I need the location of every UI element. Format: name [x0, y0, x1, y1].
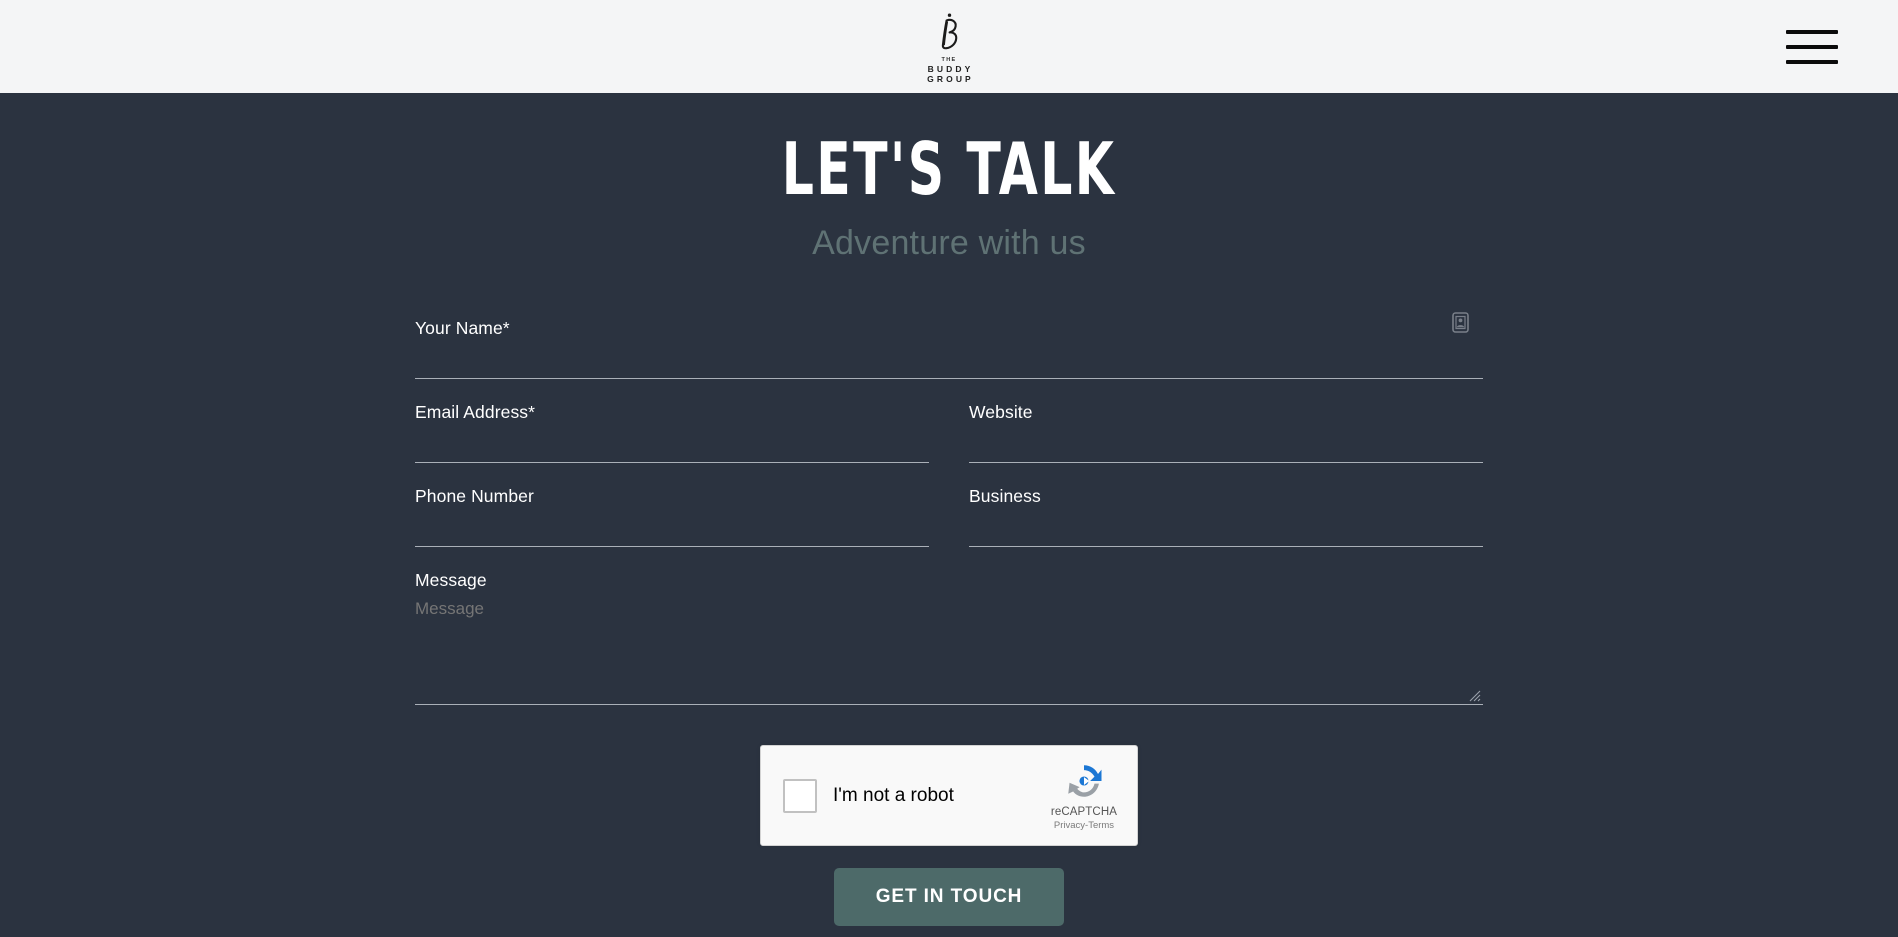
field-label-your-name: Your Name*: [415, 318, 510, 338]
field-label-phone-number: Phone Number: [415, 486, 534, 506]
email-address-input[interactable]: [415, 431, 929, 463]
form-row-message: Message: [415, 570, 1483, 705]
hamburger-menu-icon[interactable]: [1786, 29, 1838, 64]
form-row-phone-business: Phone Number Business: [415, 486, 1483, 547]
contact-page-body: LET'S TALK Adventure with us Your Name* …: [0, 93, 1898, 937]
recaptcha-wrap: I'm not a robot reCAPTCHA Privacy-Terms: [415, 745, 1483, 846]
message-textarea[interactable]: [415, 599, 1483, 705]
field-message: Message: [415, 570, 1483, 705]
recaptcha-legal-links: Privacy-Terms: [1054, 820, 1114, 831]
recaptcha-logo-icon: [1068, 765, 1102, 797]
site-logo[interactable]: THE BUDDY GROUP: [924, 11, 974, 85]
hamburger-bar-top: [1786, 29, 1838, 34]
recaptcha-privacy-link[interactable]: Privacy: [1054, 820, 1085, 831]
recaptcha-terms-link[interactable]: Terms: [1088, 820, 1114, 831]
logo-the-text: THE: [941, 56, 957, 63]
your-name-input[interactable]: [415, 347, 1483, 379]
field-business: Business: [969, 486, 1483, 547]
field-label-email-address: Email Address*: [415, 402, 536, 422]
page-title: LET'S TALK: [781, 127, 1117, 211]
b-monogram-icon: [941, 13, 958, 50]
recaptcha-brand: reCAPTCHA Privacy-Terms: [1051, 760, 1123, 831]
autofill-contact-card-icon[interactable]: [1452, 312, 1469, 333]
form-row-email-website: Email Address* Website: [415, 402, 1483, 463]
get-in-touch-button[interactable]: GET IN TOUCH: [833, 868, 1065, 926]
page-subtitle: Adventure with us: [812, 224, 1086, 262]
field-your-name: Your Name*: [415, 312, 1483, 379]
field-label-business: Business: [969, 486, 1041, 506]
website-input[interactable]: [969, 431, 1483, 463]
recaptcha-brand-name: reCAPTCHA: [1050, 806, 1117, 818]
hamburger-bar-bottom: [1786, 59, 1838, 64]
recaptcha-widget[interactable]: I'm not a robot reCAPTCHA Privacy-Terms: [760, 745, 1138, 846]
site-header: THE BUDDY GROUP: [0, 0, 1898, 93]
field-label-message: Message: [415, 570, 487, 590]
contact-form: Your Name* Email Address* Website: [415, 312, 1483, 926]
recaptcha-checkbox[interactable]: [783, 778, 817, 813]
field-email-address: Email Address*: [415, 402, 929, 463]
phone-number-input[interactable]: [415, 515, 929, 547]
recaptcha-label: I'm not a robot: [833, 784, 954, 806]
form-row-name: Your Name*: [415, 312, 1483, 379]
field-phone-number: Phone Number: [415, 486, 929, 547]
field-label-website: Website: [969, 402, 1033, 422]
logo-buddy-text: BUDDY: [927, 64, 974, 75]
logo-wordmark: THE BUDDY GROUP: [924, 57, 974, 85]
business-input[interactable]: [969, 515, 1483, 547]
submit-wrap: GET IN TOUCH: [415, 868, 1483, 926]
field-website: Website: [969, 402, 1483, 463]
logo-group-text: GROUP: [927, 74, 974, 85]
hero-section: LET'S TALK Adventure with us: [0, 93, 1898, 263]
hamburger-bar-middle: [1786, 44, 1838, 49]
